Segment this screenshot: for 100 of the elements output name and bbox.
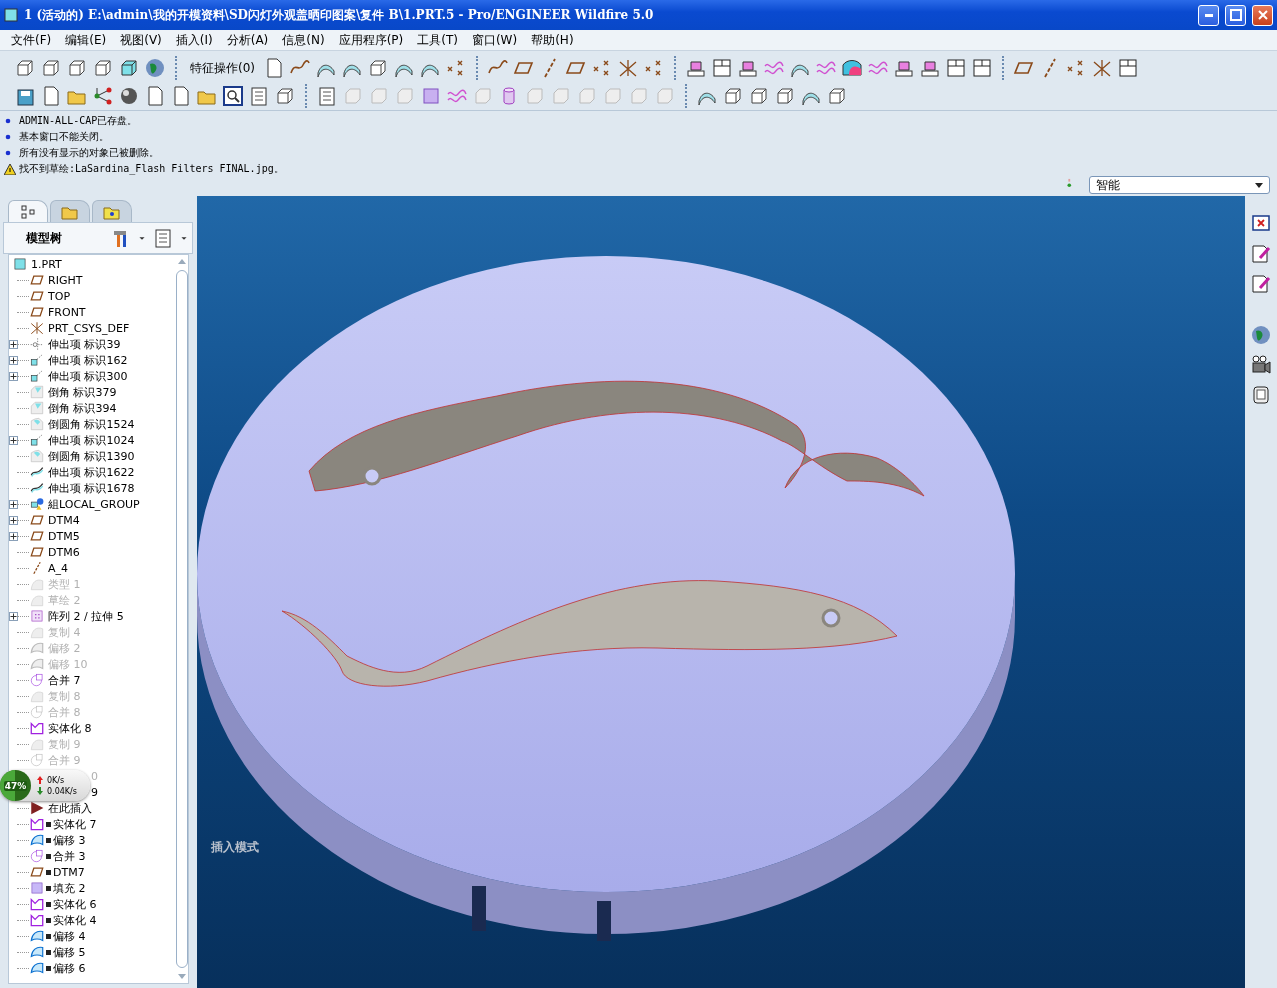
tree-item[interactable]: 1.PRT [31,257,62,271]
feature-operations-button[interactable]: 特征操作(0) [186,59,259,77]
panel-icon[interactable] [1117,57,1139,79]
menu-item[interactable]: 帮助(H) [524,31,581,49]
tree-item[interactable]: 倒圆角 标识1390 [48,448,135,464]
tree-item[interactable]: 組LOCAL_GROUP [48,496,140,512]
tree-item[interactable]: FRONT [48,305,86,319]
cube-icon[interactable] [40,57,62,79]
3d-viewport[interactable]: 插入模式 [197,196,1245,988]
list-icon[interactable] [152,227,174,249]
menu-item[interactable]: 视图(V) [113,31,169,49]
tree-item[interactable]: DTM5 [48,529,80,543]
tree-item[interactable]: 伸出项 标识1678 [48,480,135,496]
cube-icon[interactable] [274,85,296,107]
menu-item[interactable]: 窗口(W) [464,31,525,49]
cube-icon[interactable] [92,57,114,79]
tree-item[interactable]: 伸出项 标识1622 [48,464,135,480]
tree-item[interactable]: 偏移 3 [53,832,86,848]
tree-item[interactable]: 偏移 6 [53,960,86,976]
menu-item[interactable]: 工具(T) [410,31,465,49]
tree-item[interactable]: 合并 3 [53,848,86,864]
tree-item[interactable]: 伸出项 标识162 [48,352,128,368]
expand-toggle[interactable] [9,531,18,541]
color-map-icon[interactable] [841,57,863,79]
search-icon[interactable] [222,85,244,107]
tree-item[interactable]: PRT_CSYS_DEF [48,321,130,335]
tree-item[interactable]: 伸出项 标识39 [48,336,121,352]
edit-document-icon[interactable] [1250,242,1272,264]
expand-toggle[interactable] [9,515,18,525]
panel-icon[interactable] [711,57,733,79]
edit-document-icon[interactable] [1250,272,1272,294]
camera-icon[interactable] [1250,354,1272,376]
cube-icon[interactable] [14,57,36,79]
tree-item[interactable]: 倒角 标识394 [48,400,117,416]
expand-toggle[interactable] [9,435,18,445]
faded-surface-icon [29,593,45,607]
tree-item[interactable]: 偏移 5 [53,944,86,960]
tree-item[interactable]: 9 [91,785,98,799]
part-icon [13,257,27,271]
expand-toggle[interactable] [9,499,18,509]
menu-item[interactable]: 信息(N) [275,31,332,49]
tree-item[interactable]: 阵列 2 / 拉伸 5 [48,608,124,624]
csys-icon[interactable] [1091,57,1113,79]
nodes-icon[interactable] [92,85,114,107]
globe-icon[interactable] [1250,324,1272,346]
mode-label: 插入模式 [211,839,259,856]
tree-item[interactable]: A_4 [48,561,69,575]
shaded-cube-icon[interactable] [118,57,140,79]
tree-item[interactable]: DTM6 [48,545,80,559]
plane-icon [29,273,45,287]
menu-item[interactable]: 插入(I) [168,31,220,49]
tree-item[interactable]: RIGHT [48,273,83,287]
solidify-icon [29,721,45,735]
tree-item[interactable]: 实体化 6 [53,896,97,912]
cube-icon[interactable] [748,85,770,107]
menu-item[interactable]: 分析(A) [219,31,276,49]
menu-item[interactable]: 应用程序(P) [331,31,411,49]
list-icon[interactable] [316,85,338,107]
extrude-icon [29,433,45,447]
tree-item[interactable]: DTM7 [53,865,85,879]
cube-icon[interactable] [722,85,744,107]
sphere-icon[interactable] [118,85,140,107]
offset-icon [29,641,45,655]
expand-toggle[interactable] [9,611,18,621]
tree-item[interactable]: 倒角 标识379 [48,384,117,400]
close-icon[interactable] [1250,212,1272,234]
maximize-button[interactable] [1225,4,1246,26]
tree-item[interactable]: 填充 2 [53,880,86,896]
tree-item[interactable]: 伸出项 标识1024 [48,432,135,448]
menu-item[interactable]: 文件(F) [4,31,59,49]
tree-item[interactable]: 倒圆角 标识1524 [48,416,135,432]
close-button[interactable] [1252,4,1273,26]
cube-icon[interactable] [66,57,88,79]
tree-item[interactable]: 实体化 7 [53,816,97,832]
tree-item[interactable]: 偏移 4 [53,928,86,944]
filter-select[interactable]: 智能 [1089,176,1270,194]
merge-icon [29,673,45,687]
caret-icon[interactable] [180,234,188,242]
minimize-button[interactable] [1198,4,1219,26]
panel-icon[interactable] [945,57,967,79]
menu-item[interactable]: 编辑(E) [58,31,114,49]
tree-item[interactable]: 合并 7 [48,672,81,688]
expand-toggle[interactable] [9,355,18,365]
tree-item[interactable]: TOP [48,289,70,303]
tree-item[interactable]: 实体化 4 [53,912,97,928]
cube-icon[interactable] [826,85,848,107]
tree-item[interactable]: 实体化 8 [48,720,92,736]
tree-item[interactable]: 在此插入 [48,800,92,816]
panel-tab[interactable] [8,200,48,222]
cube-icon[interactable] [774,85,796,107]
cube-icon[interactable] [367,57,389,79]
caret-icon[interactable] [138,234,146,242]
tree-item[interactable]: DTM4 [48,513,80,527]
globe-icon[interactable] [144,57,166,79]
expand-toggle[interactable] [9,339,18,349]
panel-icon[interactable] [971,57,993,79]
csys-icon[interactable] [617,57,639,79]
expand-toggle[interactable] [9,371,18,381]
usage-percent: 47% [3,780,28,791]
tree-item[interactable]: 伸出项 标识300 [48,368,128,384]
